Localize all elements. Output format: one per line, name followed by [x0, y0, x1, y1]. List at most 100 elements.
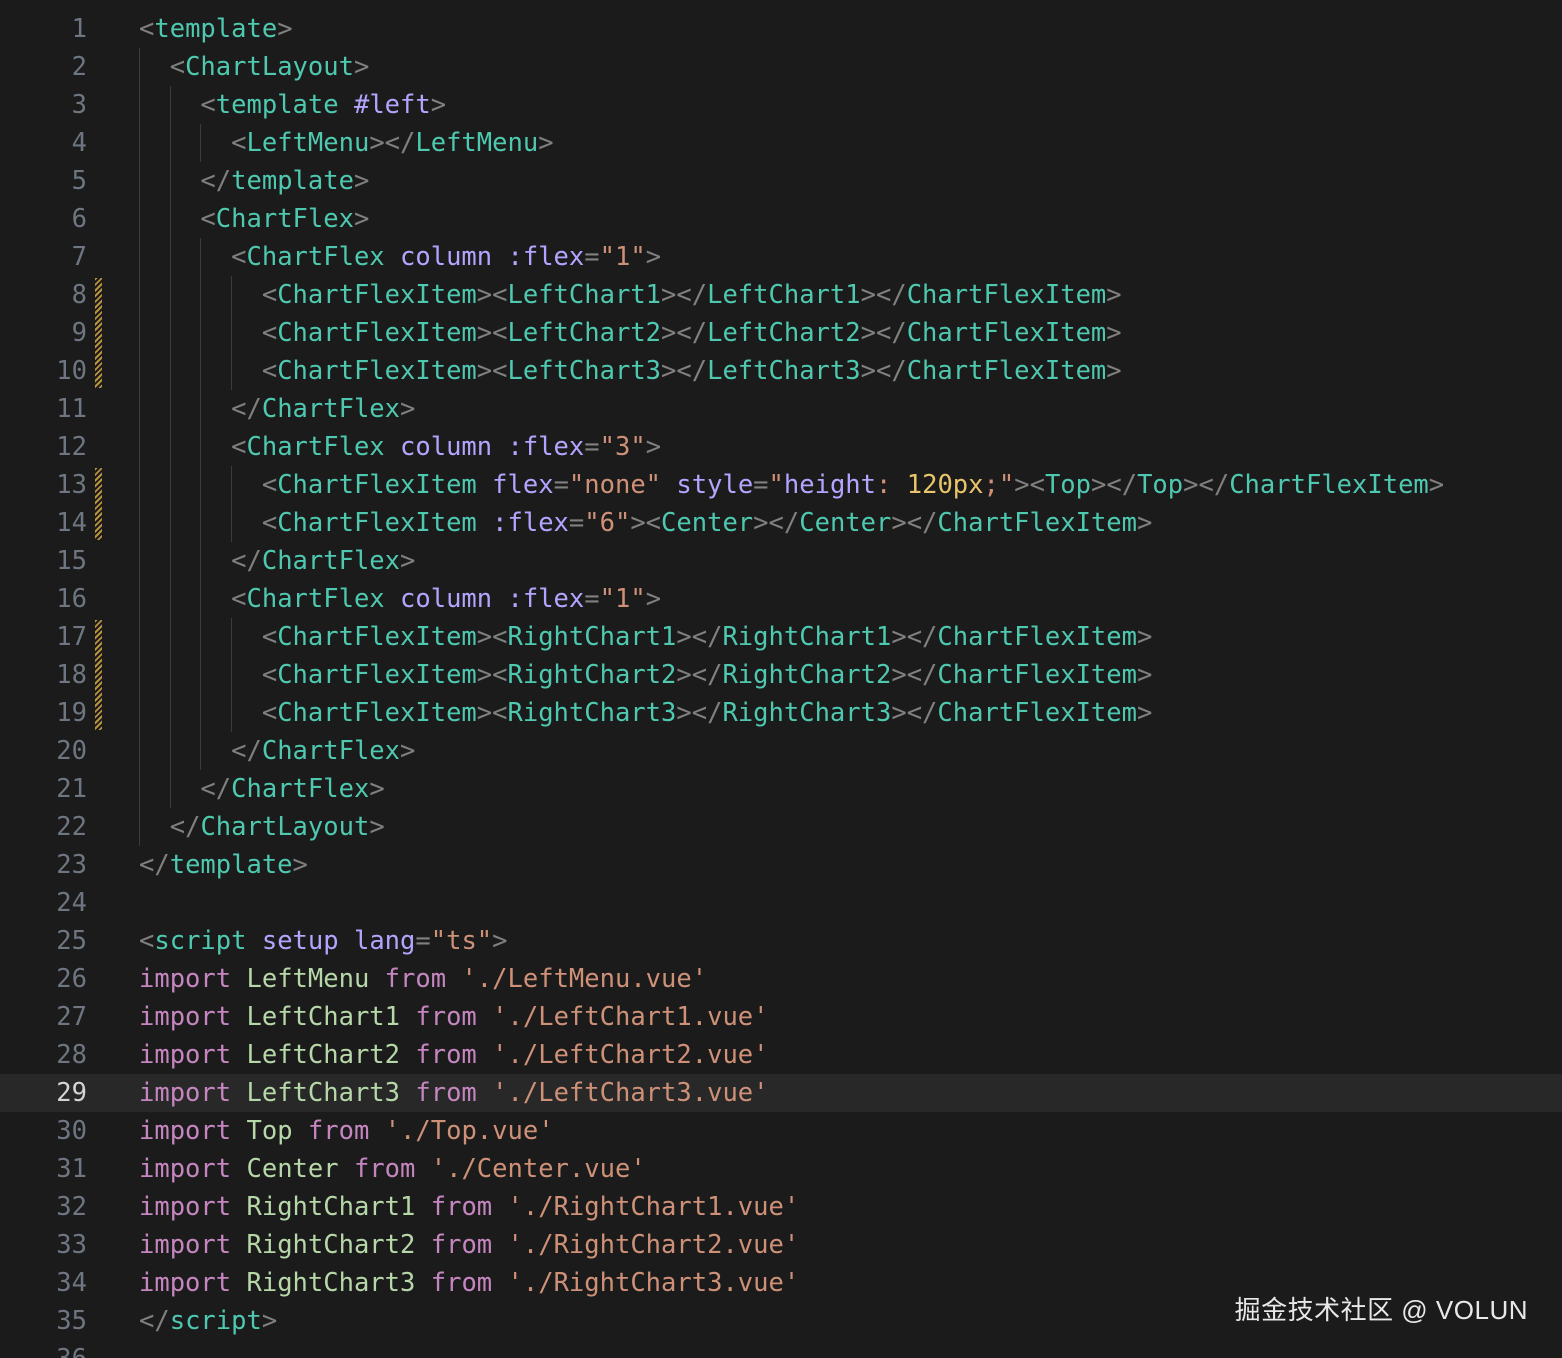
code-text: </template>: [139, 162, 369, 200]
code-line[interactable]: 24: [0, 884, 1562, 922]
code-line[interactable]: 10 <ChartFlexItem><LeftChart3></LeftChar…: [0, 352, 1562, 390]
code-token: './LeftChart1.vue': [492, 1002, 769, 1032]
code-token: :: [876, 470, 907, 500]
code-token: ></: [676, 660, 723, 690]
code-token: import: [139, 1230, 232, 1260]
code-line[interactable]: 32 import RightChart1 from './RightChart1…: [0, 1188, 1562, 1226]
code-token: import: [139, 1078, 232, 1108]
code-token: LeftChart2: [246, 1040, 401, 1070]
code-text: <script setup lang="ts">: [139, 922, 508, 960]
code-token: <: [139, 926, 155, 956]
code-token: import: [139, 1002, 232, 1032]
code-text: <ChartLayout>: [139, 48, 370, 86]
code-token: ><: [476, 660, 508, 690]
code-line[interactable]: 19 <ChartFlexItem><RightChart3></RightCh…: [0, 694, 1562, 732]
code-token: ChartFlex: [231, 774, 370, 804]
code-line[interactable]: 6 <ChartFlex>: [0, 200, 1562, 238]
code-line[interactable]: 13 <ChartFlexItem flex="none" style="hei…: [0, 466, 1562, 504]
code-token: </: [231, 394, 262, 424]
line-number: 12: [56, 432, 87, 462]
code-text: <ChartFlexItem><RightChart1></RightChart…: [139, 618, 1153, 656]
line-number: 14: [56, 508, 87, 538]
code-token: ChartFlexItem: [277, 508, 477, 538]
code-token: column: [400, 584, 493, 614]
code-token: ChartFlexItem: [937, 622, 1137, 652]
code-text: <ChartFlex column :flex="3">: [139, 428, 661, 466]
code-token: flex: [492, 470, 554, 500]
code-token: height: [783, 470, 877, 500]
indent-guide: [231, 276, 232, 390]
code-line[interactable]: 3 <template #left>: [0, 86, 1562, 124]
code-line[interactable]: 8 <ChartFlexItem><LeftChart1></LeftChart…: [0, 276, 1562, 314]
code-line[interactable]: 25 <script setup lang="ts">: [0, 922, 1562, 960]
code-token: ChartFlexItem: [277, 698, 477, 728]
code-token: ChartFlexItem: [906, 356, 1107, 386]
code-line[interactable]: 11 </ChartFlex>: [0, 390, 1562, 428]
code-line[interactable]: 12 <ChartFlex column :flex="3">: [0, 428, 1562, 466]
code-line[interactable]: 29 import LeftChart3 from './LeftChart3.v…: [0, 1074, 1562, 1112]
code-line[interactable]: 15 </ChartFlex>: [0, 542, 1562, 580]
code-token: >: [538, 128, 554, 158]
code-token: './LeftMenu.vue': [461, 964, 708, 994]
code-token: =: [568, 508, 585, 538]
code-line[interactable]: 4 <LeftMenu></LeftMenu>: [0, 124, 1562, 162]
code-text: <template #left>: [139, 86, 446, 124]
code-line[interactable]: 14 <ChartFlexItem :flex="6"><Center></Ce…: [0, 504, 1562, 542]
code-line[interactable]: 22 </ChartLayout>: [0, 808, 1562, 846]
code-token: ChartFlexItem: [277, 470, 477, 500]
code-line[interactable]: 18 <ChartFlexItem><RightChart2></RightCh…: [0, 656, 1562, 694]
code-line[interactable]: 17 <ChartFlexItem><RightChart1></RightCh…: [0, 618, 1562, 656]
code-token: ChartFlex: [261, 394, 401, 424]
code-line[interactable]: 33 import RightChart2 from './RightChart2…: [0, 1226, 1562, 1264]
code-line[interactable]: 21 </ChartFlex>: [0, 770, 1562, 808]
code-line[interactable]: 2 <ChartLayout>: [0, 48, 1562, 86]
code-token: "1": [599, 584, 646, 614]
code-token: <: [261, 622, 278, 652]
code-line[interactable]: 16 <ChartFlex column :flex="1">: [0, 580, 1562, 618]
code-token: ChartFlex: [261, 736, 401, 766]
code-token: ></: [891, 698, 938, 728]
code-token: './LeftChart3.vue': [492, 1078, 769, 1108]
code-token: >: [400, 546, 416, 576]
code-token: "6": [584, 508, 631, 538]
code-token: ><: [476, 318, 508, 348]
code-line[interactable]: 31 import Center from './Center.vue': [0, 1150, 1562, 1188]
code-line[interactable]: 1 <template>: [0, 10, 1562, 48]
code-token: import: [139, 1040, 232, 1070]
code-token: ChartFlexItem: [937, 508, 1138, 538]
code-token: </: [169, 812, 201, 842]
code-line[interactable]: 23 </template>: [0, 846, 1562, 884]
code-token: column: [400, 242, 493, 272]
code-editor[interactable]: 1 <template> 2 <ChartLayout> 3 <template #l…: [0, 0, 1562, 1358]
git-modified-marker[interactable]: [95, 620, 102, 730]
git-modified-marker[interactable]: [95, 468, 102, 540]
code-token: Center: [799, 508, 892, 538]
code-line[interactable]: 28 import LeftChart2 from './LeftChart2.v…: [0, 1036, 1562, 1074]
code-line[interactable]: 5 </template>: [0, 162, 1562, 200]
code-line[interactable]: 20 </ChartFlex>: [0, 732, 1562, 770]
code-line[interactable]: 36: [0, 1340, 1562, 1358]
code-line[interactable]: 9 <ChartFlexItem><LeftChart2></LeftChart…: [0, 314, 1562, 352]
code-token: LeftChart1: [246, 1002, 401, 1032]
code-line[interactable]: 7 <ChartFlex column :flex="1">: [0, 238, 1562, 276]
git-modified-marker[interactable]: [95, 278, 102, 388]
line-number: 32: [56, 1192, 87, 1222]
code-line[interactable]: 30 import Top from './Top.vue': [0, 1112, 1562, 1150]
code-line[interactable]: 26 import LeftMenu from './LeftMenu.vue': [0, 960, 1562, 998]
code-line[interactable]: 27 import LeftChart1 from './LeftChart1.v…: [0, 998, 1562, 1036]
code-token: LeftChart1: [707, 280, 861, 310]
line-number: 27: [56, 1002, 87, 1032]
code-token: <: [169, 52, 186, 82]
